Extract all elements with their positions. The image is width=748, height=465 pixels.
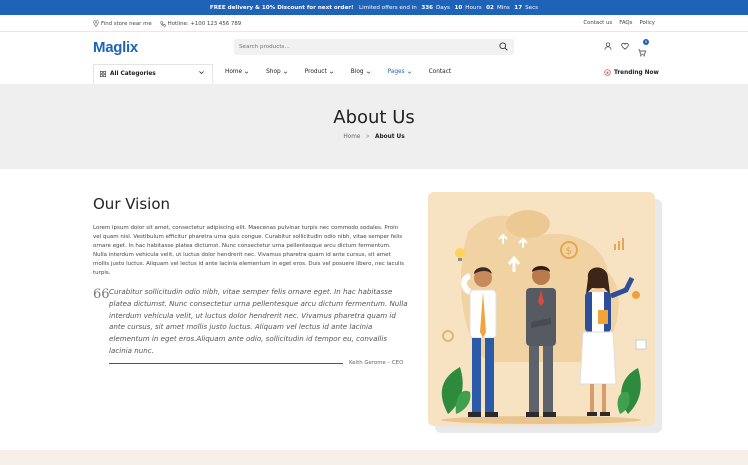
nav-blog-label: Blog [350,69,364,75]
site-header: Maglix 0 [0,32,748,62]
policy-link[interactable]: Policy [639,20,655,26]
chevron-down-icon [329,71,333,74]
countdown-secs: 17 [514,4,523,11]
map-pin-icon [93,20,99,27]
vision-body: Lorem ipsum dolor sit amet, consectetur … [93,225,404,276]
cart-count-badge: 0 [643,39,649,45]
nav-item-product[interactable]: Product [305,69,334,75]
all-categories-label: All Categories [110,71,156,77]
countdown-mins: 02 [486,4,494,11]
nav-item-blog[interactable]: Blog [351,69,371,75]
phone-icon [159,20,166,27]
vision-quote: Curabitur sollicitudin odio nibh, vitae … [109,287,408,355]
countdown-days: 336 [421,4,433,11]
cart-button[interactable]: 0 [638,39,649,61]
nav-item-shop[interactable]: Shop [266,69,288,75]
user-icon[interactable] [604,42,612,50]
contact-us-link[interactable]: Contact us [583,20,612,26]
nav-product-label: Product [304,69,327,75]
hotline-label: Hotline: +100 123 456 789 [167,20,242,27]
team-illustration: $ [428,192,655,426]
chevron-down-icon [244,71,249,74]
breadcrumb-current: About Us [374,134,405,140]
main-nav: All Categories Home Shop Product Blog Pa… [0,62,748,84]
nav-item-home[interactable]: Home [225,69,249,75]
promo-bar: FREE delivery & 10% Discount for next or… [0,0,748,15]
hotline: Hotline: +100 123 456 789 [159,20,242,27]
footer-band [0,450,748,465]
chevron-down-icon [199,71,204,75]
promo-countdown-label: Limited offers end in [359,4,417,11]
nav-item-pages[interactable]: Pages [388,69,412,75]
nav-item-contact[interactable]: Contact [429,69,452,75]
quote-mark: 66 [93,287,110,302]
search-input[interactable] [239,44,489,50]
faqs-link[interactable]: FAQs [619,20,632,26]
page-title: About Us [333,107,415,128]
cart-icon [638,49,646,57]
nav-contact-label: Contact [428,69,452,75]
vision-heading: Our Vision [93,195,171,213]
quote-author: Keith Gerome – CEO [349,360,404,366]
breadcrumb-separator: > [365,134,371,140]
chevron-down-icon [366,71,370,74]
breadcrumb: Home > About Us [0,134,748,140]
flame-icon [604,69,611,76]
quote-divider [109,363,343,364]
countdown-days-label: Days [436,4,450,11]
promo-offer-text: FREE delivery & 10% Discount for next or… [209,4,354,11]
grid-icon [100,71,106,77]
svg-text:$: $ [566,246,572,257]
chevron-down-icon [283,71,287,74]
search-bar [234,39,514,55]
find-store-label: Find store near me [101,20,152,27]
trending-now-label: Trending Now [614,69,659,76]
brand-logo[interactable]: Maglix [93,39,138,56]
chevron-down-icon [407,71,411,74]
countdown-mins-label: Mins [496,4,510,11]
heart-icon[interactable] [621,42,629,50]
all-categories-dropdown[interactable]: All Categories [93,64,213,83]
nav-pages-label: Pages [387,69,405,75]
countdown-secs-label: Secs [525,4,539,11]
find-store-link[interactable]: Find store near me [93,20,152,27]
utility-bar: Find store near me Hotline: +100 123 456… [0,15,748,32]
search-icon[interactable] [499,42,508,51]
countdown-hours: 10 [454,4,463,11]
nav-shop-label: Shop [266,69,281,75]
breadcrumb-home[interactable]: Home [343,134,360,140]
page-hero: About Us Home > About Us [0,84,748,169]
nav-home-label: Home [225,69,243,75]
countdown-hours-label: Hours [465,4,482,11]
trending-now-link[interactable]: Trending Now [604,69,659,76]
